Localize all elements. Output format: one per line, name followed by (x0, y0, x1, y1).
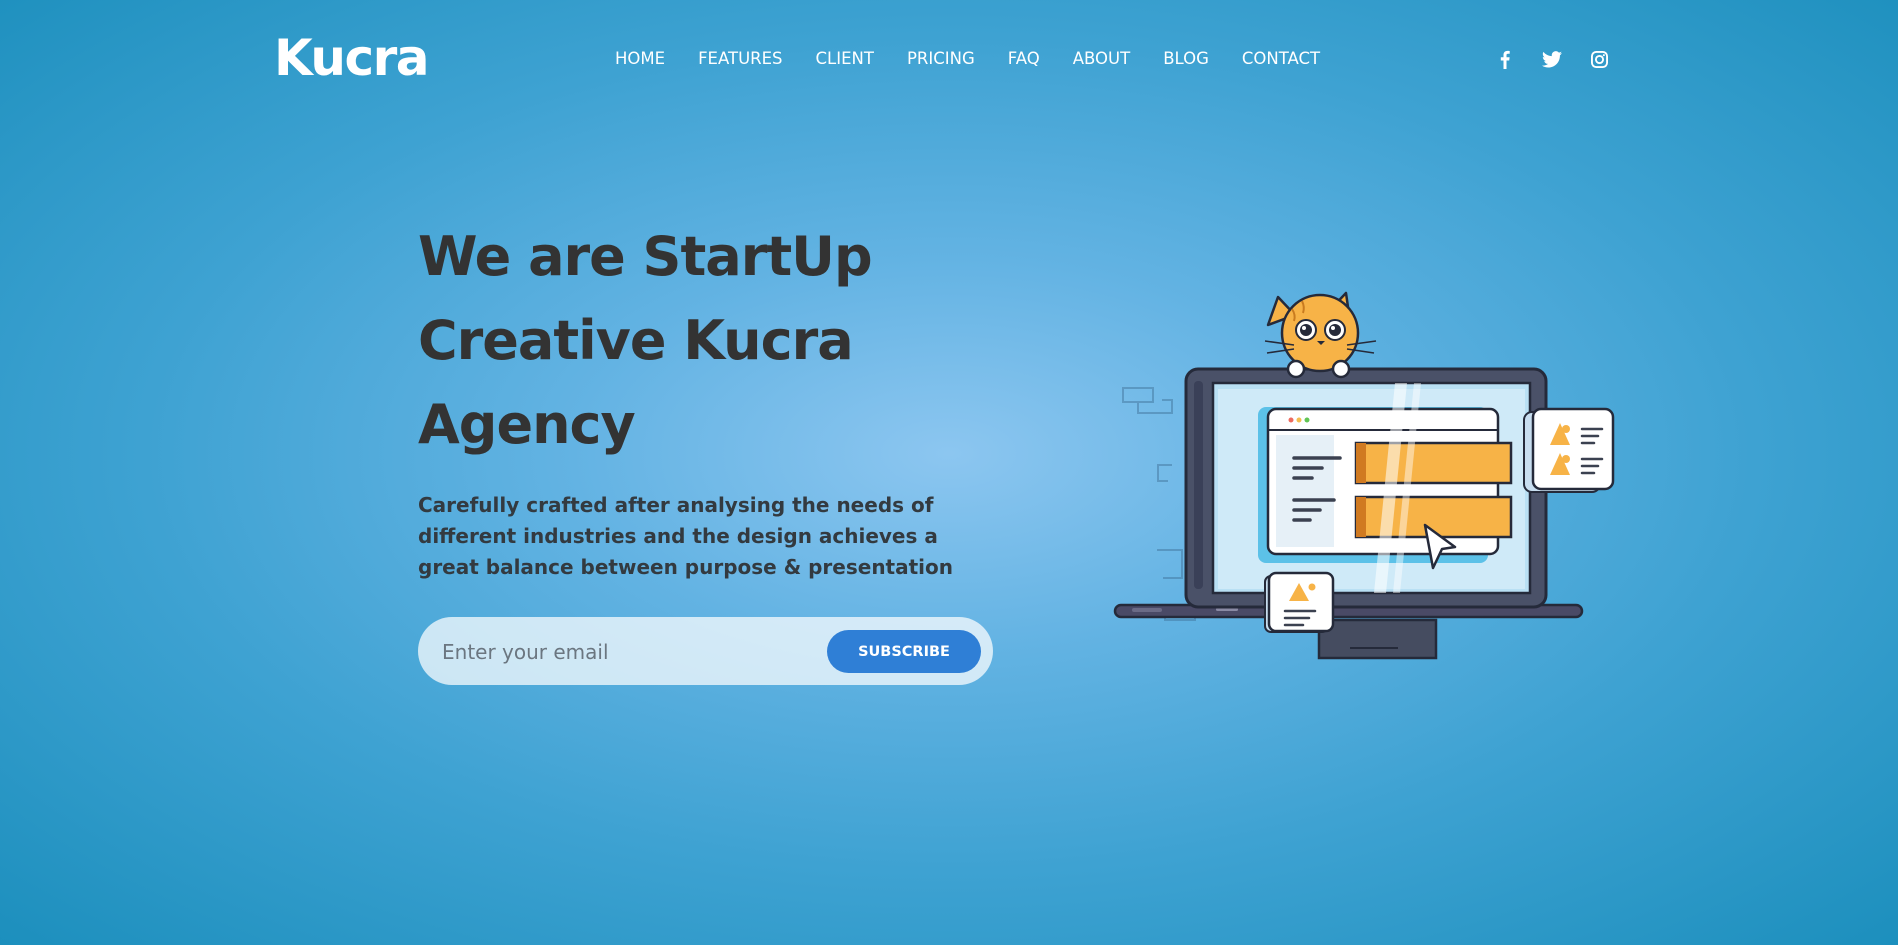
nav-features[interactable]: FEATURES (698, 46, 782, 72)
nav-blog[interactable]: BLOG (1163, 46, 1209, 72)
hero-title-line-1: We are StartUp (418, 225, 873, 288)
subscribe-button[interactable]: SUBSCRIBE (827, 630, 981, 673)
facebook-icon[interactable] (1494, 46, 1516, 72)
nav-home[interactable]: HOME (615, 46, 665, 72)
subscribe-form: SUBSCRIBE (418, 617, 993, 685)
email-input[interactable] (440, 631, 804, 673)
nav-about[interactable]: ABOUT (1073, 46, 1130, 72)
nav-client[interactable]: CLIENT (816, 46, 874, 72)
main-nav: HOME FEATURES CLIENT PRICING FAQ ABOUT B… (615, 46, 1353, 72)
nav-pricing[interactable]: PRICING (907, 46, 975, 72)
nav-faq[interactable]: FAQ (1008, 46, 1040, 72)
hero-title-line-3: Agency (418, 393, 636, 456)
social-links (1494, 46, 1635, 72)
instagram-icon[interactable] (1588, 46, 1610, 72)
nav-contact[interactable]: CONTACT (1242, 46, 1320, 72)
hero-description: Carefully crafted after analysing the ne… (418, 493, 954, 579)
hero-title-line-2: Creative Kucra (418, 309, 854, 372)
brand-logo[interactable]: Kucra (274, 30, 430, 86)
twitter-icon[interactable] (1541, 46, 1563, 72)
hero-illustration (1110, 285, 1620, 665)
hero-title: We are StartUp Creative Kucra Agency (418, 215, 978, 467)
